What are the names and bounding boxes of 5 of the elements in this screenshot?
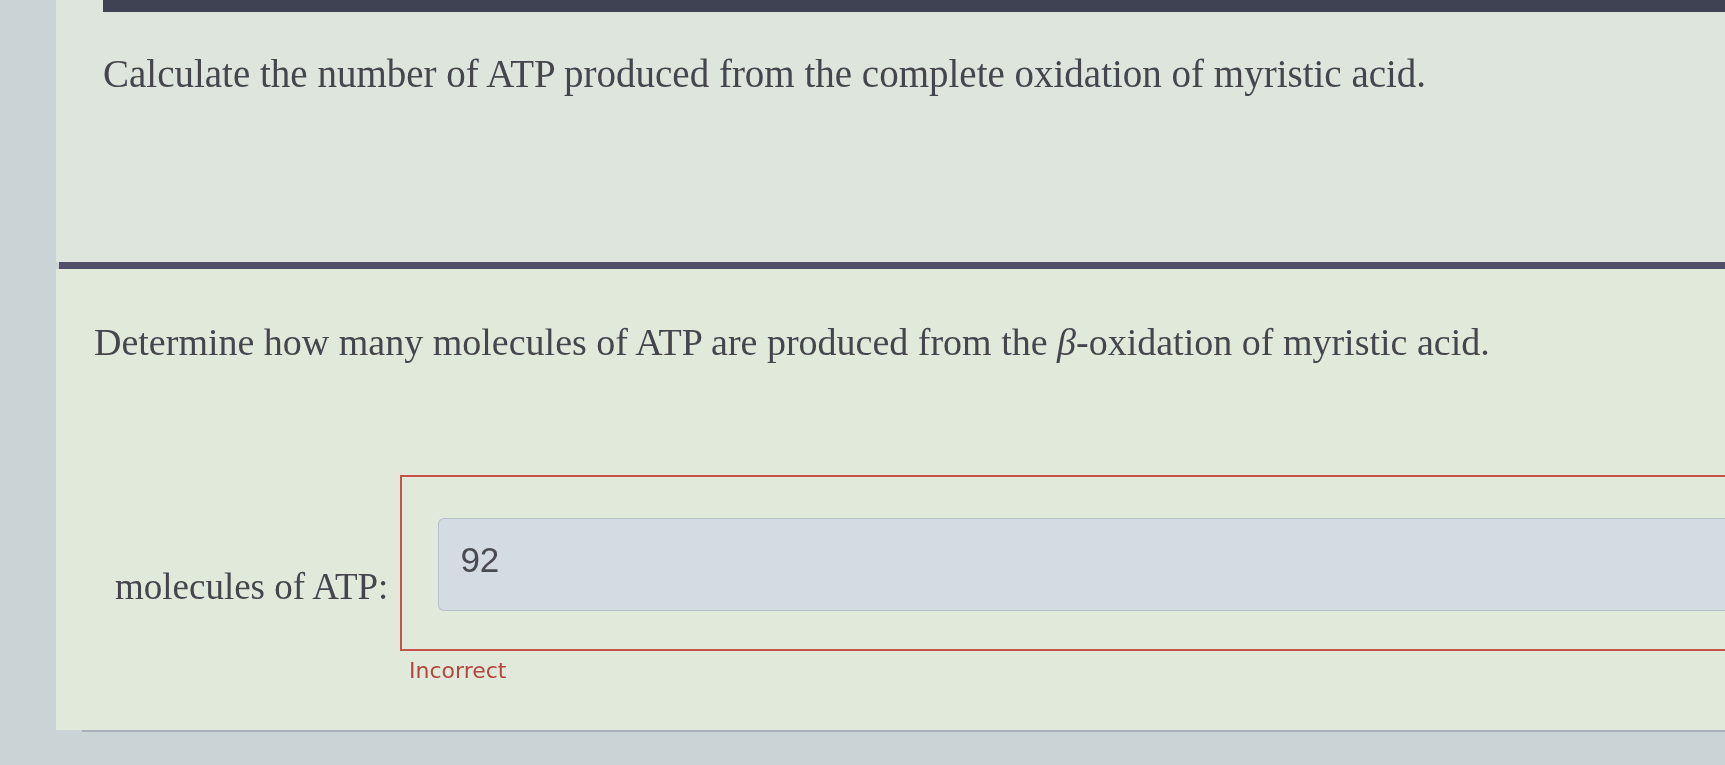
- answer-field[interactable]: 92: [438, 518, 1725, 611]
- question-text: Calculate the number of ATP produced from the complete oxidation of myristic acid.: [103, 51, 1428, 97]
- answer-label: molecules of ATP:: [115, 565, 389, 609]
- question-text: Determine how many molecules of ATP are produced from the β-oxidation of myristic acid.: [94, 320, 1491, 365]
- feedback-text: Incorrect: [409, 657, 507, 685]
